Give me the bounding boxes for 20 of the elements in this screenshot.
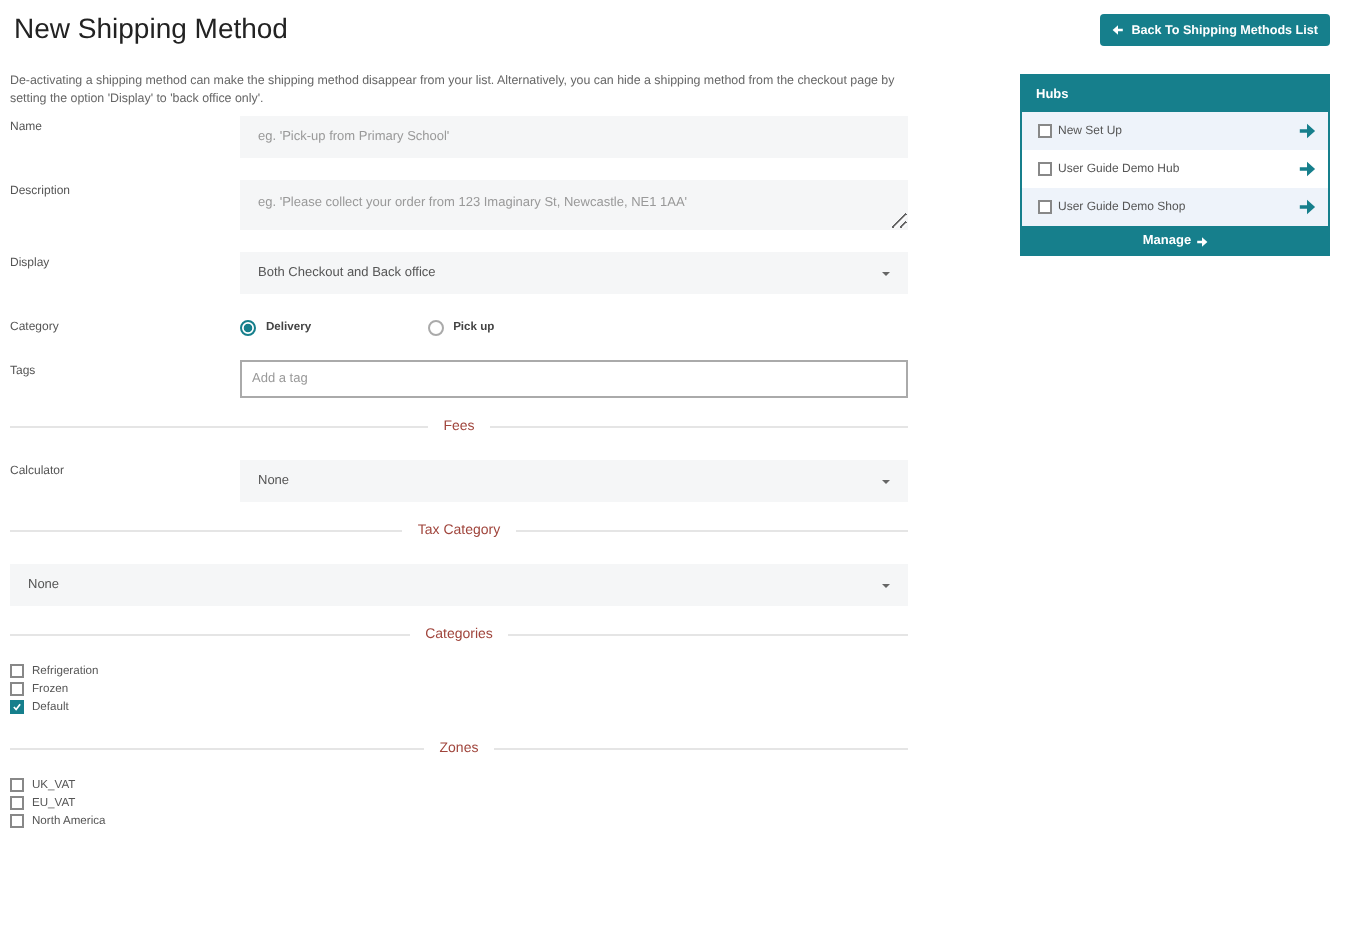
arrow-icon [1298,160,1316,178]
page-title: New Shipping Method [14,12,290,44]
checkbox[interactable] [1038,200,1052,214]
caret-icon [882,583,890,587]
radio-button[interactable] [240,320,256,336]
checkbox[interactable] [1038,162,1052,176]
arrow-icon [1298,198,1316,216]
checkbox[interactable] [1038,124,1052,138]
arrow-icon [1195,235,1208,247]
arrow-icon [1111,24,1124,36]
caret-icon [882,479,890,483]
checkbox[interactable] [10,664,24,678]
checkbox[interactable] [10,778,24,792]
caret-icon [882,271,890,275]
radio-button[interactable] [427,320,444,336]
arrow-icon [1298,122,1316,140]
checkbox[interactable] [10,682,24,696]
checkbox[interactable] [10,796,24,810]
checkbox[interactable] [10,814,24,828]
checkbox[interactable] [10,700,24,714]
